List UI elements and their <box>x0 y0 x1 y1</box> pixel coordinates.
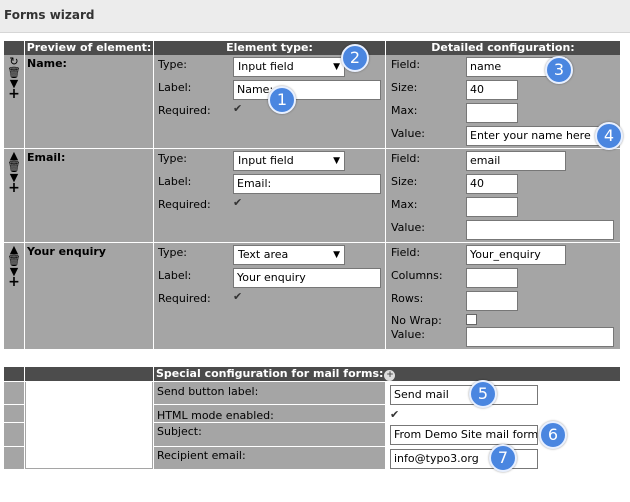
callout-badge: 6 <box>539 421 567 449</box>
nowrap-checkbox[interactable] <box>466 314 477 325</box>
mail-icons-col <box>4 382 24 469</box>
size-input[interactable]: 40 <box>466 174 518 194</box>
row3-preview-label: Your enquiry <box>27 245 106 258</box>
divider <box>4 446 24 447</box>
required-label: Required: <box>158 104 211 117</box>
value-label: Value: <box>391 127 425 140</box>
chevron-down-icon: ▼ <box>333 250 340 260</box>
label-input[interactable]: Email: <box>233 174 381 194</box>
size-label: Size: <box>391 81 418 94</box>
max-label: Max: <box>391 104 418 117</box>
size-input[interactable]: 40 <box>466 80 518 100</box>
html-mode-checkbox[interactable]: ✔ <box>390 409 401 420</box>
subject-label: Subject: <box>157 425 202 438</box>
field-label: Field: <box>391 152 421 165</box>
mail-header-blank1 <box>4 367 24 381</box>
required-label: Required: <box>158 292 211 305</box>
label-label: Label: <box>158 269 192 282</box>
callout-badge: 4 <box>595 122 623 150</box>
type-select[interactable]: Text area ▼ <box>233 245 345 265</box>
required-checkbox[interactable]: ✔ <box>233 291 244 302</box>
type-label: Type: <box>158 58 187 71</box>
field-label: Field: <box>391 246 421 259</box>
row3-preview-cell <box>25 243 153 349</box>
nowrap-label: No Wrap: <box>391 314 442 327</box>
row1-preview-label: Name: <box>27 57 67 70</box>
add-icon[interactable]: + <box>7 275 21 289</box>
field-input[interactable]: email <box>466 151 566 171</box>
required-checkbox[interactable]: ✔ <box>233 197 244 208</box>
row3-actions: ▲ 🗑 ▼ + <box>7 244 21 289</box>
subject-input[interactable]: From Demo Site mail form <box>390 425 538 445</box>
label-label: Label: <box>158 175 192 188</box>
size-label: Size: <box>391 175 418 188</box>
row2-actions: ▲ 🗑 ▼ + <box>7 150 21 195</box>
label-input[interactable]: Name: <box>233 80 381 100</box>
max-label: Max: <box>391 198 418 211</box>
help-icon[interactable]: + <box>384 370 396 381</box>
recipient-label: Recipient email: <box>157 449 246 462</box>
columns-input[interactable] <box>466 268 518 288</box>
chevron-down-icon: ▼ <box>333 62 340 72</box>
callout-badge: 2 <box>341 44 369 72</box>
required-checkbox[interactable]: ✔ <box>233 103 244 114</box>
type-label: Type: <box>158 246 187 259</box>
mail-blank-col <box>25 382 153 469</box>
send-button-label: Send button label: <box>157 385 259 398</box>
divider <box>154 422 385 423</box>
divider <box>4 404 24 405</box>
callout-badge: 7 <box>489 444 517 472</box>
callout-badge: 1 <box>268 86 296 114</box>
type-select[interactable]: Input field ▼ <box>233 151 345 171</box>
callout-badge: 3 <box>545 56 573 84</box>
html-mode-label: HTML mode enabled: <box>157 409 274 422</box>
callout-badge: 5 <box>469 380 497 408</box>
header-preview: Preview of element: <box>25 41 153 55</box>
value-input[interactable]: Enter your name here <box>466 126 614 146</box>
divider <box>154 446 385 447</box>
type-label: Type: <box>158 152 187 165</box>
add-icon[interactable]: + <box>7 181 21 195</box>
value-input[interactable] <box>466 327 614 347</box>
value-input[interactable] <box>466 220 614 240</box>
send-button-input[interactable]: Send mail <box>390 385 538 405</box>
type-select[interactable]: Input field ▼ <box>233 57 345 77</box>
field-input[interactable]: Your_enquiry <box>466 245 566 265</box>
max-input[interactable] <box>466 103 518 123</box>
mail-header-blank2 <box>25 367 153 381</box>
rows-input[interactable] <box>466 291 518 311</box>
chevron-down-icon: ▼ <box>333 156 340 166</box>
row2-preview-label: Email: <box>27 151 66 164</box>
header-blank <box>4 41 24 55</box>
value-label: Value: <box>391 221 425 234</box>
rows-label: Rows: <box>391 292 424 305</box>
value-label: Value: <box>391 328 425 341</box>
field-label: Field: <box>391 58 421 71</box>
max-input[interactable] <box>466 197 518 217</box>
add-icon[interactable]: + <box>7 87 21 101</box>
title-bar: Forms wizard <box>0 0 630 33</box>
mail-header: Special configuration for mail forms: + <box>154 367 620 381</box>
page-title: Forms wizard <box>4 8 95 22</box>
required-label: Required: <box>158 198 211 211</box>
label-input[interactable]: Your enquiry <box>233 268 381 288</box>
divider <box>154 404 385 405</box>
label-label: Label: <box>158 81 192 94</box>
divider <box>4 422 24 423</box>
columns-label: Columns: <box>391 269 443 282</box>
header-detailed-config: Detailed configuration: <box>386 41 620 55</box>
row1-actions: ↻ 🗑 ▼ + <box>7 56 21 101</box>
